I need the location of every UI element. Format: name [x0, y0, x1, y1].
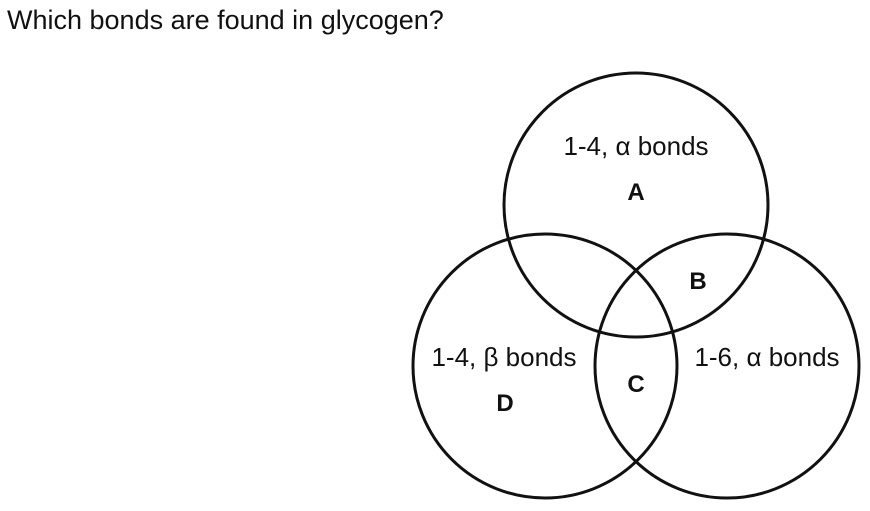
- set-label-top: 1-4, α bonds: [563, 131, 708, 161]
- region-label-d: D: [496, 390, 513, 417]
- set-label-left: 1-4, β bonds: [431, 342, 576, 372]
- region-label-a: A: [627, 179, 644, 206]
- region-label-c: C: [627, 371, 644, 398]
- venn-diagram: 1-4, α bonds 1-4, β bonds 1-6, α bonds A…: [411, 71, 861, 500]
- region-label-b: B: [689, 268, 706, 295]
- set-label-right: 1-6, α bonds: [694, 342, 839, 372]
